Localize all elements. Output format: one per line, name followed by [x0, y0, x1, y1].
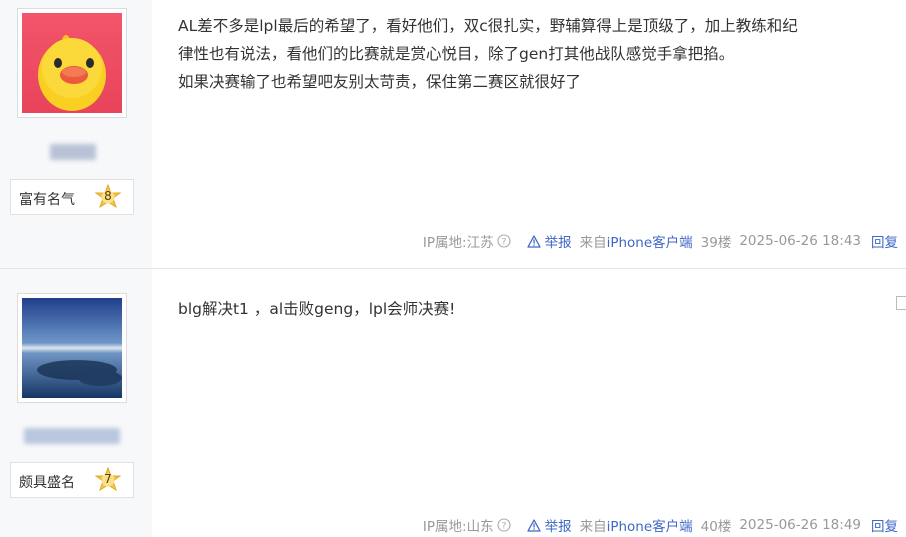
- source-info: 来自iPhone客户端: [580, 231, 693, 251]
- level-star-icon: 8: [94, 183, 122, 210]
- source-prefix: 来自: [579, 235, 607, 251]
- author-level-badge[interactable]: 富有名气 8: [10, 179, 134, 215]
- svg-text:?: ?: [501, 237, 506, 247]
- report-label: 举报: [544, 519, 572, 535]
- floor-number: 40楼: [700, 519, 732, 535]
- source-prefix: 来自: [579, 519, 607, 535]
- post-content: blg解决t1 ，al击败geng，lpl会师决赛!: [178, 295, 890, 323]
- level-number: 8: [104, 189, 112, 203]
- duck-avatar-icon: [22, 13, 122, 113]
- lake-avatar-icon: [22, 298, 122, 398]
- content-line: 如果决赛输了也希望吧友别太苛责，保住第二赛区就很好了: [178, 73, 582, 91]
- post-time: 2025-06-26 18:43: [739, 233, 861, 249]
- author-avatar[interactable]: [17, 293, 127, 403]
- post-floor-40: 颇具盛名 7 blg解决t1 ，al击败geng，lpl会师决赛! IP属地:山…: [0, 269, 906, 537]
- question-circle-icon[interactable]: ?: [497, 234, 511, 248]
- author-level-badge[interactable]: 颇具盛名 7: [10, 462, 134, 498]
- client-link[interactable]: iPhone客户端: [607, 519, 693, 535]
- level-name: 富有名气: [19, 192, 75, 208]
- level-star-icon: 7: [94, 466, 122, 493]
- ip-location: IP属地:山东: [422, 519, 494, 535]
- post-floor-39: 富有名气 8 AL差不多是lpl最后的希望了，看好他们，双c很扎实，野辅算得上是…: [0, 0, 906, 268]
- content-line: AL差不多是lpl最后的希望了，看好他们，双c很扎实，野辅算得上是顶级了，加上教…: [178, 17, 798, 35]
- source-info: 来自iPhone客户端: [580, 515, 693, 535]
- content-line: blg解决t1 ，al击败geng，lpl会师决赛!: [178, 300, 456, 318]
- reply-button[interactable]: 回复: [871, 515, 898, 535]
- svg-text:?: ?: [501, 521, 506, 531]
- post-meta: IP属地:江苏 ? 举报 来自iPhone客户端 39楼 2025-06-26 …: [423, 231, 898, 251]
- reply-button[interactable]: 回复: [871, 231, 898, 251]
- author-sidebar: 富有名气 8: [0, 0, 152, 268]
- report-label: 举报: [544, 235, 572, 251]
- post-content: AL差不多是lpl最后的希望了，看好他们，双c很扎实，野辅算得上是顶级了，加上教…: [178, 12, 890, 96]
- report-button[interactable]: 举报: [526, 515, 572, 535]
- author-username-blurred[interactable]: [24, 428, 120, 444]
- level-name: 颇具盛名: [19, 475, 75, 491]
- warning-icon: [526, 518, 541, 532]
- client-link[interactable]: iPhone客户端: [607, 235, 693, 251]
- author-sidebar: 颇具盛名 7: [0, 269, 152, 537]
- collapse-toggle-icon[interactable]: [896, 296, 906, 310]
- author-avatar[interactable]: [17, 8, 127, 118]
- floor-number: 39楼: [700, 235, 732, 251]
- content-line: 律性也有说法，看他们的比赛就是赏心悦目，除了gen打其他战队感觉手拿把掐。: [178, 45, 735, 63]
- ip-location: IP属地:江苏: [422, 235, 494, 251]
- post-time: 2025-06-26 18:49: [739, 517, 861, 533]
- warning-icon: [526, 234, 541, 248]
- report-button[interactable]: 举报: [526, 231, 572, 251]
- post-meta: IP属地:山东 ? 举报 来自iPhone客户端 40楼 2025-06-26 …: [423, 515, 898, 535]
- level-number: 7: [104, 472, 112, 486]
- question-circle-icon[interactable]: ?: [497, 518, 511, 532]
- author-username-blurred[interactable]: [50, 144, 96, 160]
